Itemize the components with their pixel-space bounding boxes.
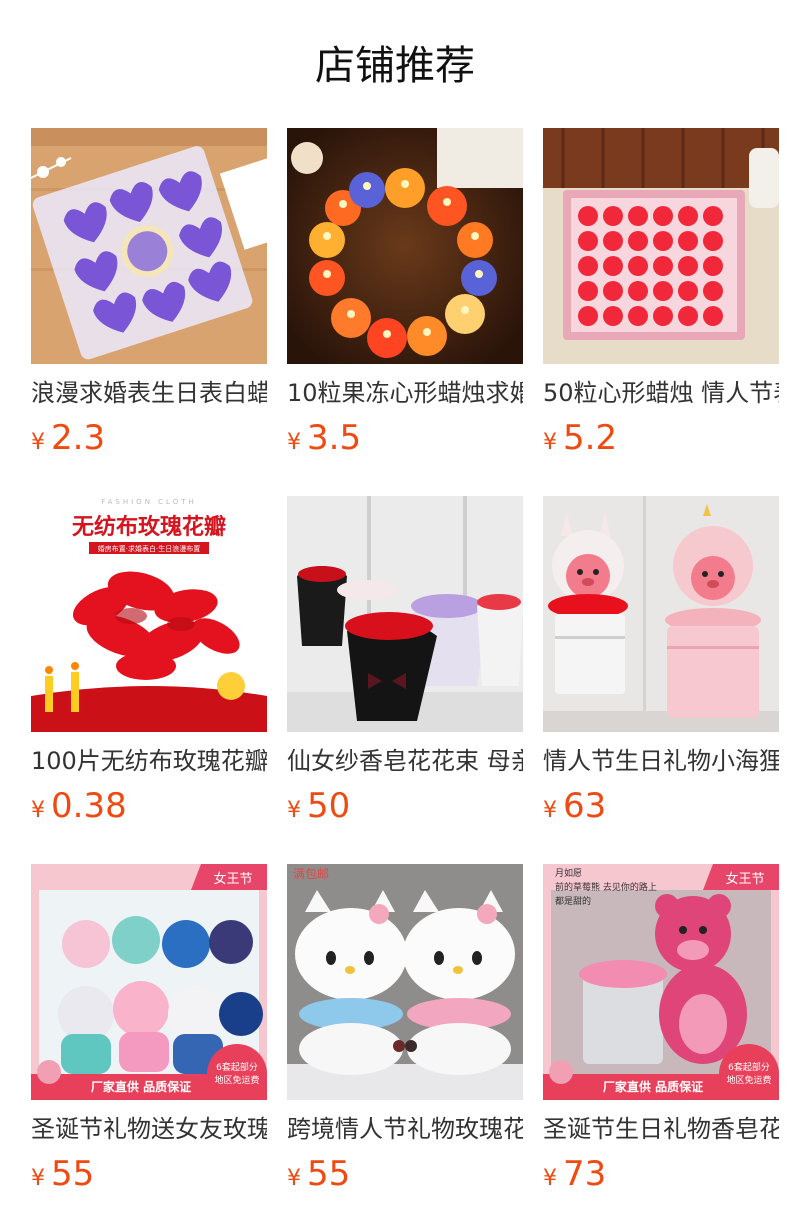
price-value: 63 xyxy=(563,786,607,826)
product-card[interactable]: 10粒果冻心形蜡烛求婚布置 ¥3.5 xyxy=(287,128,523,468)
product-name: 10粒果冻心形蜡烛求婚布置 xyxy=(287,379,523,407)
product-price: ¥55 xyxy=(287,1152,350,1196)
pink-bear-flower-bucket-image: 女王节 月如愿 前的草莓熊 去见你的路上 都是甜的 厂家直供 品质保证 6套起部… xyxy=(543,864,779,1100)
corner-tag: 满包邮 xyxy=(293,867,329,881)
product-card[interactable]: 女王节 月如愿 前的草莓熊 去见你的路上 都是甜的 厂家直供 品质保证 6套起部… xyxy=(543,864,779,1204)
caption-line2: 前的草莓熊 去见你的路上 xyxy=(555,881,657,893)
product-card[interactable]: 女王节 厂家直供 品质保证 6套起部分 地区免运费 圣诞节礼物送女友玫瑰熊 xyxy=(31,864,267,1204)
price-value: 3.5 xyxy=(307,418,362,458)
product-card[interactable]: FASHION CLOTH 无纺布玫瑰花瓣 婚房布置·求婚表白·生日浪漫布置 1… xyxy=(31,496,267,836)
price-value: 55 xyxy=(307,1154,351,1194)
product-name: 50粒心形蜡烛 情人节表白 xyxy=(543,379,779,407)
section-title: 店铺推荐 xyxy=(315,43,475,89)
currency-symbol: ¥ xyxy=(31,1166,45,1191)
red-heart-candle-box-image xyxy=(543,128,779,364)
product-card[interactable]: 情人节生日礼物小海狸抱抱桶 ¥63 xyxy=(543,496,779,836)
price-value: 5.2 xyxy=(563,418,618,458)
banner-tag: FASHION CLOTH xyxy=(101,498,197,506)
shipping-badge-line2: 地区免运费 xyxy=(214,1074,259,1086)
shipping-badge-line2: 地区免运费 xyxy=(726,1074,771,1086)
footer-banner: 厂家直供 品质保证 xyxy=(91,1079,191,1094)
product-price: ¥63 xyxy=(543,784,606,828)
corner-tag: 女王节 xyxy=(725,871,764,887)
rose-kitty-image: 满包邮 xyxy=(287,864,523,1100)
caption-line3: 都是甜的 xyxy=(555,895,591,907)
product-name: 圣诞节生日礼物香皂花熊 xyxy=(543,1115,779,1143)
product-card[interactable]: 浪漫求婚表生日表白蜡烛 ¥2.3 xyxy=(31,128,267,468)
product-card[interactable]: 50粒心形蜡烛 情人节表白 ¥5.2 xyxy=(543,128,779,468)
corner-tag: 女王节 xyxy=(213,871,252,887)
product-price: ¥55 xyxy=(31,1152,94,1196)
product-name: 仙女纱香皂花花束 母亲节 xyxy=(287,747,523,775)
section-header: 店铺推荐 xyxy=(0,0,790,128)
currency-symbol: ¥ xyxy=(287,1166,301,1191)
product-name: 圣诞节礼物送女友玫瑰熊 xyxy=(31,1115,267,1143)
product-name: 跨境情人节礼物玫瑰花猫 xyxy=(287,1115,523,1143)
banner-headline: 无纺布玫瑰花瓣 xyxy=(72,514,226,540)
currency-symbol: ¥ xyxy=(31,430,45,455)
shipping-badge-line1: 6套起部分 xyxy=(728,1061,770,1073)
product-price: ¥5.2 xyxy=(543,416,617,460)
banner-subline: 婚房布置·求婚表白·生日浪漫布置 xyxy=(98,544,200,553)
purple-heart-candles-image xyxy=(31,128,267,364)
currency-symbol: ¥ xyxy=(287,430,301,455)
currency-symbol: ¥ xyxy=(287,798,301,823)
currency-symbol: ¥ xyxy=(31,798,45,823)
currency-symbol: ¥ xyxy=(543,1166,557,1191)
heart-candle-ring-image xyxy=(287,128,523,364)
footer-banner: 厂家直供 品质保证 xyxy=(603,1079,703,1094)
price-value: 0.38 xyxy=(51,786,127,826)
product-price: ¥0.38 xyxy=(31,784,127,828)
product-name: 情人节生日礼物小海狸抱抱桶 xyxy=(543,747,779,775)
rose-petals-image: FASHION CLOTH 无纺布玫瑰花瓣 婚房布置·求婚表白·生日浪漫布置 xyxy=(31,496,267,732)
price-value: 55 xyxy=(51,1154,95,1194)
product-price: ¥50 xyxy=(287,784,350,828)
price-value: 50 xyxy=(307,786,351,826)
price-value: 73 xyxy=(563,1154,607,1194)
currency-symbol: ¥ xyxy=(543,798,557,823)
product-name: 浪漫求婚表生日表白蜡烛 xyxy=(31,379,267,407)
product-name: 100片无纺布玫瑰花瓣 xyxy=(31,747,267,775)
product-price: ¥73 xyxy=(543,1152,606,1196)
currency-symbol: ¥ xyxy=(543,430,557,455)
product-card[interactable]: 仙女纱香皂花花束 母亲节 ¥50 xyxy=(287,496,523,836)
price-value: 2.3 xyxy=(51,418,106,458)
shipping-badge-line1: 6套起部分 xyxy=(216,1061,258,1073)
product-price: ¥3.5 xyxy=(287,416,361,460)
product-card[interactable]: 满包邮 跨境情人节礼物玫瑰花猫 ¥55 xyxy=(287,864,523,1204)
beaver-plush-flower-box-image xyxy=(543,496,779,732)
rose-bear-image: 女王节 厂家直供 品质保证 6套起部分 地区免运费 xyxy=(31,864,267,1100)
soap-flower-bouquet-image xyxy=(287,496,523,732)
caption-line1: 月如愿 xyxy=(555,867,582,879)
product-price: ¥2.3 xyxy=(31,416,105,460)
